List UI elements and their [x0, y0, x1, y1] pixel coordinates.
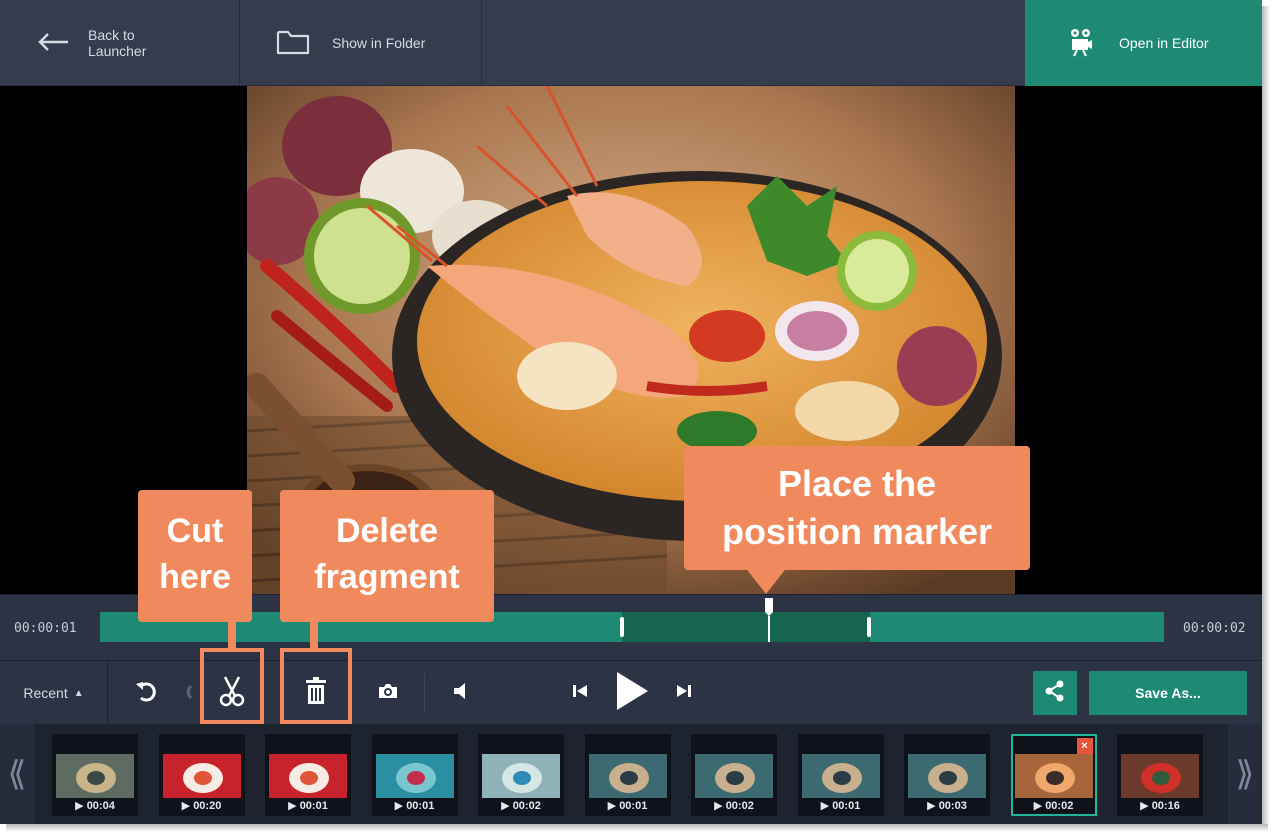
thumbnail-image: [162, 754, 241, 798]
window-shadow-bottom: [6, 824, 1268, 832]
open-in-editor-button[interactable]: Open in Editor: [1025, 0, 1262, 86]
end-time: 00:00:02: [1183, 621, 1246, 636]
position-marker-callout: Place the position marker: [684, 446, 1030, 570]
snapshot-button[interactable]: [372, 677, 404, 709]
thumbnail-duration: ▶ 00:01: [288, 800, 328, 812]
thumbnail-duration: ▶ 00:02: [714, 800, 754, 812]
thumbnail-image: [801, 754, 880, 798]
thumbnail-duration: ▶ 00:02: [501, 800, 541, 812]
folder-icon: [276, 29, 310, 58]
film-camera-icon: [1069, 27, 1093, 60]
thumbnail-image: [375, 754, 454, 798]
controls-bar: Recent ▲ Save As...: [0, 660, 1262, 725]
redo-icon: [179, 680, 193, 707]
window-shadow-right: [1262, 6, 1270, 826]
recent-thumbnail[interactable]: ▶ 00:03: [904, 734, 990, 816]
recent-thumbnail[interactable]: ▶ 00:02 ×: [1010, 734, 1097, 816]
thumbnail-duration: ▶ 00:20: [181, 800, 222, 812]
fragment-marker-start[interactable]: [620, 617, 624, 637]
remove-item-icon[interactable]: ×: [1076, 738, 1093, 754]
redo-button[interactable]: [176, 677, 196, 709]
play-button[interactable]: [610, 671, 654, 715]
back-to-launcher-label: Back to Launcher: [88, 27, 147, 59]
position-callout-pointer: [744, 566, 788, 594]
thumbnail-duration: ▶ 00:03: [927, 800, 967, 812]
cut-here-text: Cut here: [159, 512, 231, 596]
skip-back-icon: [572, 683, 588, 704]
recent-thumbnail[interactable]: ▶ 00:02: [478, 734, 564, 816]
controls-divider: [424, 673, 425, 713]
recent-files-strip: ⟪ ▶ 00:04 ▶ 00:20 ▶ 00:01 ▶ 00:01 ▶ 00:02 ▶ 0…: [0, 724, 1262, 824]
thumbnail-image: [56, 754, 134, 798]
open-in-editor-label: Open in Editor: [1119, 35, 1209, 51]
undo-icon: [135, 680, 157, 707]
delete-fragment-callout: Delete fragment: [280, 490, 494, 622]
recent-thumbnail[interactable]: ▶ 00:02: [691, 734, 777, 816]
double-chevron-right-icon: ⟫: [1235, 755, 1255, 793]
thumbnail-duration: ▶ 00:02: [1033, 800, 1074, 812]
camera-icon: [377, 682, 399, 705]
position-marker-text: Place the position marker: [721, 463, 993, 552]
thumbnail-image: [482, 754, 560, 798]
recent-thumbnail[interactable]: ▶ 00:16: [1117, 734, 1203, 816]
video-splitter-window: Back to Launcher Show in Folder Open in …: [0, 0, 1262, 824]
cut-here-callout: Cut here: [138, 490, 252, 622]
recent-toggle-button[interactable]: Recent ▲: [0, 661, 108, 725]
recent-thumbnail[interactable]: ▶ 00:01: [371, 734, 458, 816]
thumbnail-duration: ▶ 00:04: [75, 800, 115, 812]
start-time: 00:00:01: [14, 621, 77, 636]
toolbar-divider: [481, 0, 482, 86]
thumbnail-duration: ▶ 00:01: [394, 800, 435, 812]
delete-highlight-box: [280, 648, 352, 724]
back-to-launcher-button[interactable]: Back to Launcher: [0, 0, 239, 86]
recent-thumbnail[interactable]: ▶ 00:01: [584, 734, 671, 816]
delete-fragment-text: Delete fragment: [314, 512, 460, 596]
show-in-folder-button[interactable]: Show in Folder: [240, 0, 481, 86]
play-icon: [615, 671, 649, 716]
thumbnail-image: [695, 754, 773, 798]
recent-thumbnail[interactable]: ▶ 00:01: [265, 734, 351, 816]
arrow-left-icon: [38, 32, 70, 55]
previous-frame-button[interactable]: [566, 677, 594, 709]
top-toolbar: Back to Launcher Show in Folder Open in …: [0, 0, 1262, 86]
skip-forward-icon: [676, 683, 692, 704]
recent-thumbnail[interactable]: ▶ 00:04: [52, 734, 138, 816]
timeline-track[interactable]: [100, 598, 1164, 642]
thumbnail-image: [269, 754, 347, 798]
selected-fragment[interactable]: [622, 612, 870, 642]
recent-thumbnail[interactable]: ▶ 00:20: [158, 734, 245, 816]
volume-button[interactable]: [446, 677, 478, 709]
thumbnail-image: [1121, 754, 1199, 798]
thumbnail-image: [908, 754, 986, 798]
thumbnail-duration: ▶ 00:01: [607, 800, 648, 812]
thumbnail-duration: ▶ 00:16: [1140, 800, 1180, 812]
delete-pointer: [310, 618, 318, 652]
recent-thumbnail[interactable]: ▶ 00:01: [797, 734, 884, 816]
position-marker[interactable]: [764, 598, 774, 642]
share-icon: [1045, 680, 1065, 707]
triangle-up-icon: ▲: [73, 687, 84, 699]
speaker-icon: [452, 681, 472, 706]
thumbnail-duration: ▶ 00:01: [820, 800, 861, 812]
cut-highlight-box: [200, 648, 264, 724]
recent-label: Recent: [23, 685, 68, 701]
cut-pointer: [228, 618, 236, 652]
next-frame-button[interactable]: [670, 677, 698, 709]
share-button[interactable]: [1033, 671, 1077, 715]
thumbnail-image: [588, 754, 667, 798]
undo-button[interactable]: [130, 677, 162, 709]
scroll-right-button[interactable]: ⟫: [1228, 724, 1262, 824]
show-in-folder-label: Show in Folder: [332, 35, 426, 51]
double-chevron-left-icon: ⟪: [7, 755, 27, 793]
thumbnail-image: [1014, 754, 1093, 798]
scroll-left-button[interactable]: ⟪: [0, 724, 34, 824]
save-as-button[interactable]: Save As...: [1089, 671, 1247, 715]
fragment-marker-end[interactable]: [867, 617, 871, 637]
